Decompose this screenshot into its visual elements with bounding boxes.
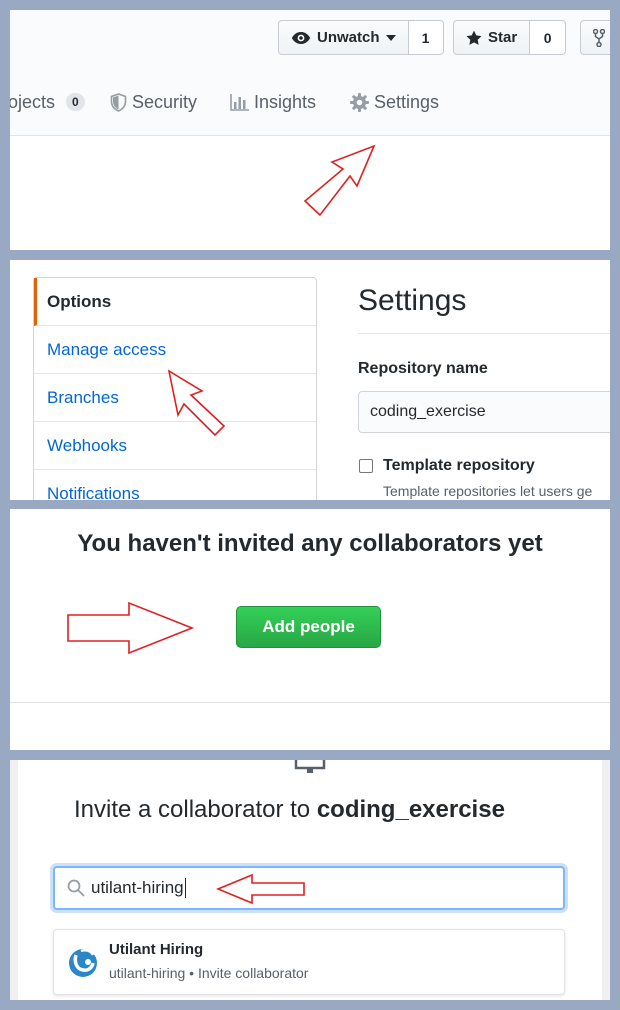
star-button-group: Star 0 (453, 20, 567, 55)
fork-button[interactable] (580, 20, 610, 55)
invite-dialog-panel: Invite a collaborator to coding_exercise… (10, 760, 610, 1000)
text-cursor (184, 878, 186, 898)
section-divider (10, 702, 610, 703)
tab-settings[interactable]: Settings (350, 92, 439, 113)
invite-title-prefix: Invite a collaborator to (74, 796, 317, 823)
menu-item-options[interactable]: Options (34, 278, 316, 326)
settings-panel: Options Manage access Branches Webhooks … (10, 260, 610, 500)
tab-insights-label: Insights (254, 91, 317, 112)
invite-dialog: Invite a collaborator to coding_exercise… (18, 760, 602, 1000)
repo-name-input[interactable]: coding_exercise (358, 391, 610, 433)
tab-insights[interactable]: Insights (230, 92, 316, 113)
invite-title-repo: coding_exercise (316, 796, 505, 823)
search-result-item[interactable]: Utilant Hiring utilant-hiring • Invite c… (53, 929, 565, 995)
tab-projects-label: ojects (10, 91, 56, 112)
template-repo-checkbox[interactable] (359, 459, 373, 473)
no-collaborators-heading: You haven't invited any collaborators ye… (77, 530, 543, 557)
settings-divider (358, 333, 610, 334)
result-username: utilant-hiring • Invite collaborator (109, 965, 309, 981)
star-button[interactable]: Star (453, 20, 531, 55)
watch-button-group: Unwatch 1 (278, 20, 444, 55)
collaborators-panel: You haven't invited any collaborators ye… (10, 509, 610, 750)
collaborator-search-input[interactable]: utilant-hiring (53, 866, 565, 910)
repo-name-label: Repository name (358, 360, 488, 377)
tab-projects[interactable]: ojects 0 (10, 92, 85, 113)
search-icon (67, 879, 85, 897)
star-icon (466, 30, 482, 45)
settings-page-title: Settings (358, 284, 467, 317)
fork-icon (593, 29, 605, 47)
result-display-name: Utilant Hiring (109, 941, 204, 958)
menu-item-notifications[interactable]: Notifications (34, 470, 316, 501)
projects-counter: 0 (66, 93, 85, 111)
star-label: Star (488, 29, 518, 46)
star-count[interactable]: 0 (530, 20, 567, 55)
utilant-logo-icon (69, 948, 97, 977)
invite-illustration-icon (294, 760, 326, 773)
tab-security[interactable]: Security (110, 92, 197, 113)
search-value: utilant-hiring (91, 878, 184, 897)
annotation-arrow-icon (67, 601, 195, 655)
annotation-arrow-icon (167, 369, 226, 437)
annotation-arrow-icon (216, 873, 305, 905)
unwatch-button[interactable]: Unwatch (278, 20, 409, 55)
unwatch-label: Unwatch (317, 29, 380, 46)
eye-icon (292, 31, 310, 44)
add-people-button[interactable]: Add people (236, 606, 381, 648)
gear-icon (350, 92, 369, 112)
graph-icon (230, 93, 249, 111)
menu-item-manage-access[interactable]: Manage access (34, 326, 316, 374)
template-repo-description: Template repositories let users ge (383, 483, 593, 499)
annotation-arrow-icon (303, 144, 376, 217)
repo-topbar: Unwatch 1 Star 0 ojects 0 Security Insig… (10, 10, 610, 136)
tab-security-label: Security (132, 91, 198, 112)
shield-icon (110, 92, 127, 112)
tab-settings-label: Settings (374, 91, 440, 112)
caret-down-icon (385, 34, 396, 41)
repo-header-panel: Unwatch 1 Star 0 ojects 0 Security Insig… (10, 10, 610, 250)
template-repo-label: Template repository (383, 457, 535, 474)
invite-dialog-title: Invite a collaborator to coding_exercise (74, 796, 505, 824)
watch-count[interactable]: 1 (408, 20, 444, 55)
